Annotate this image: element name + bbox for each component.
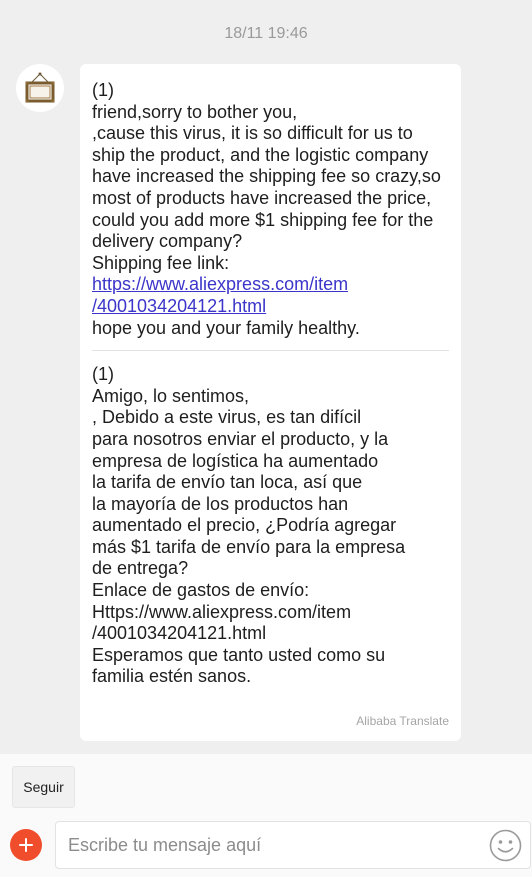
message-bubble[interactable]: (1) friend,sorry to bother you, ,cause t… xyxy=(80,64,461,741)
follow-button[interactable]: Seguir xyxy=(12,766,75,808)
sender-avatar[interactable] xyxy=(16,64,64,112)
add-attachment-button[interactable] xyxy=(10,829,42,861)
message-input[interactable] xyxy=(68,822,478,868)
plus-icon xyxy=(19,838,33,852)
composer-area: Seguir xyxy=(0,754,532,877)
translation-divider xyxy=(92,350,449,352)
translated-message-text: (1) Amigo, lo sentimos, , Debido a este … xyxy=(92,364,406,687)
message-timestamp: 18/11 19:46 xyxy=(224,25,308,42)
translation-credit: Alibaba Translate xyxy=(356,714,449,728)
message-input-box[interactable] xyxy=(55,821,531,869)
smiley-icon[interactable] xyxy=(489,829,522,862)
shipping-fee-link[interactable]: https://www.aliexpress.com/item /4001034… xyxy=(92,274,449,317)
original-message-text: (1) friend,sorry to bother you, ,cause t… xyxy=(92,80,441,273)
picture-frame-icon xyxy=(25,72,55,103)
original-message-closing: hope you and your family healthy. xyxy=(92,317,360,338)
